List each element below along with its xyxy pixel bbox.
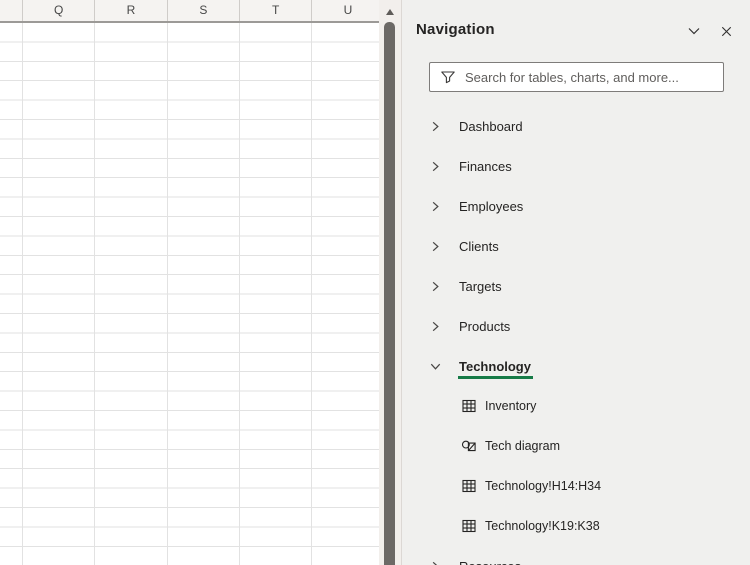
gridline-vertical xyxy=(94,23,96,565)
nav-item-label: Technology xyxy=(458,358,533,379)
nav-item-clients[interactable]: Clients xyxy=(402,226,750,266)
pane-title: Navigation xyxy=(416,21,495,38)
chevron-right-icon xyxy=(432,201,439,211)
column-header-row: QRSTU xyxy=(0,0,379,23)
nav-item-label: Resources xyxy=(459,559,521,565)
nav-subitem-label: Technology!H14:H34 xyxy=(485,479,602,493)
column-header-u[interactable]: U xyxy=(311,0,383,21)
chevron-right-icon xyxy=(432,321,439,331)
search-box[interactable] xyxy=(429,62,724,92)
nav-item-label: Products xyxy=(459,318,511,334)
chevron-right-icon xyxy=(432,281,439,291)
nav-item-products[interactable]: Products xyxy=(402,306,750,346)
nav-subitem-label: Inventory xyxy=(485,399,537,413)
nav-subitem-technology-k19-k38[interactable]: Technology!K19:K38 xyxy=(402,506,750,546)
nav-subitem-label: Tech diagram xyxy=(485,439,561,453)
chevron-right-icon xyxy=(432,121,439,131)
column-header-r[interactable]: R xyxy=(94,0,166,21)
nav-item-label: Finances xyxy=(459,158,512,174)
nav-item-label: Clients xyxy=(459,238,499,254)
vertical-scrollbar[interactable] xyxy=(379,0,401,565)
nav-subitem-label: Technology!K19:K38 xyxy=(485,519,600,533)
nav-item-label: Targets xyxy=(459,278,502,294)
table-icon xyxy=(462,479,476,493)
nav-item-dashboard[interactable]: Dashboard xyxy=(402,106,750,146)
collapse-pane-button[interactable] xyxy=(685,22,703,40)
column-header-partial[interactable] xyxy=(0,0,22,21)
gridline-vertical xyxy=(166,23,168,565)
nav-item-label: Employees xyxy=(459,198,524,214)
column-header-t[interactable]: T xyxy=(238,0,311,21)
table-icon xyxy=(462,399,476,413)
close-icon xyxy=(721,26,731,36)
diagram-icon xyxy=(461,440,476,452)
nav-item-employees[interactable]: Employees xyxy=(402,186,750,226)
nav-subitem-inventory[interactable]: Inventory xyxy=(402,386,750,426)
nav-item-resources[interactable]: Resources xyxy=(402,546,750,565)
chevron-right-icon xyxy=(432,561,438,565)
table-icon xyxy=(462,519,476,533)
filter-funnel-icon xyxy=(441,71,455,84)
column-header-q[interactable]: Q xyxy=(22,0,94,21)
chevron-right-icon xyxy=(432,161,439,171)
gridline-vertical xyxy=(238,23,240,565)
column-header-s[interactable]: S xyxy=(166,0,239,21)
close-pane-button[interactable] xyxy=(717,22,735,40)
gridline-vertical xyxy=(311,23,313,565)
spreadsheet-grid: QRSTU xyxy=(0,0,379,565)
excel-window: QRSTU Navigation Dashboard Finances Employ… xyxy=(0,0,750,565)
gridline-vertical xyxy=(22,23,23,565)
scrollbar-thumb[interactable] xyxy=(384,22,395,565)
chevron-down-icon xyxy=(430,363,441,370)
chevron-down-icon xyxy=(688,28,700,35)
nav-item-technology[interactable]: Technology xyxy=(402,346,750,386)
nav-item-label: Dashboard xyxy=(459,118,523,134)
nav-item-finances[interactable]: Finances xyxy=(402,146,750,186)
scroll-up-arrow-icon[interactable] xyxy=(386,9,394,15)
nav-item-targets[interactable]: Targets xyxy=(402,266,750,306)
chevron-right-icon xyxy=(432,241,439,251)
navigation-pane: Navigation Dashboard Finances Employees Cli… xyxy=(401,0,750,565)
nav-subitem-tech-diagram[interactable]: Tech diagram xyxy=(402,426,750,466)
grid-cells[interactable] xyxy=(0,23,379,565)
search-input[interactable] xyxy=(465,69,705,85)
nav-subitem-technology-h14-h34[interactable]: Technology!H14:H34 xyxy=(402,466,750,506)
nav-tree: Dashboard Finances Employees Clients Targets… xyxy=(402,106,750,565)
